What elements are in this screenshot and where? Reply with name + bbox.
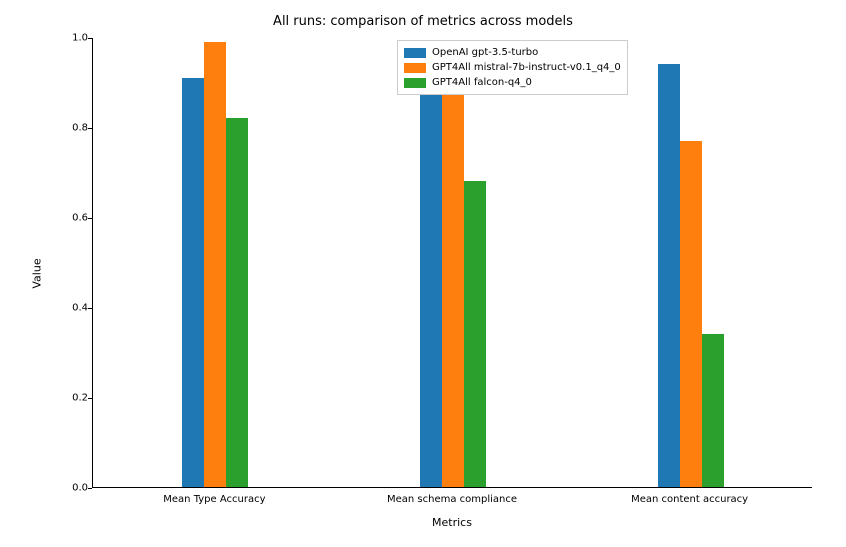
x-tick-label: Mean schema compliance (387, 494, 517, 505)
bar (680, 141, 702, 488)
bar (226, 118, 248, 487)
plot-area (92, 38, 812, 488)
legend-swatch (404, 78, 426, 88)
x-tick-label: Mean content accuracy (631, 494, 748, 505)
legend-item: OpenAI gpt-3.5-turbo (404, 45, 621, 60)
y-tick-label: 0.8 (58, 123, 88, 134)
bar-chart: All runs: comparison of metrics across m… (0, 0, 846, 547)
bar (420, 82, 442, 487)
legend-label: OpenAI gpt-3.5-turbo (432, 45, 538, 60)
y-tick-label: 0.4 (58, 303, 88, 314)
legend-item: GPT4All falcon-q4_0 (404, 75, 621, 90)
legend-label: GPT4All mistral-7b-instruct-v0.1_q4_0 (432, 60, 621, 75)
y-axis-label: Value (30, 0, 44, 547)
legend-item: GPT4All mistral-7b-instruct-v0.1_q4_0 (404, 60, 621, 75)
legend-swatch (404, 48, 426, 58)
legend: OpenAI gpt-3.5-turboGPT4All mistral-7b-i… (397, 40, 628, 95)
y-tick-label: 0.0 (58, 483, 88, 494)
x-tick-label: Mean Type Accuracy (163, 494, 265, 505)
y-tick-label: 1.0 (58, 33, 88, 44)
bar (702, 334, 724, 487)
y-tick-label: 0.2 (58, 393, 88, 404)
bar (442, 69, 464, 488)
legend-label: GPT4All falcon-q4_0 (432, 75, 532, 90)
bar (204, 42, 226, 488)
y-tick-label: 0.6 (58, 213, 88, 224)
bar (464, 181, 486, 487)
bar (658, 64, 680, 487)
bar (182, 78, 204, 488)
x-axis-label: Metrics (92, 516, 812, 529)
chart-title: All runs: comparison of metrics across m… (0, 14, 846, 29)
legend-swatch (404, 63, 426, 73)
